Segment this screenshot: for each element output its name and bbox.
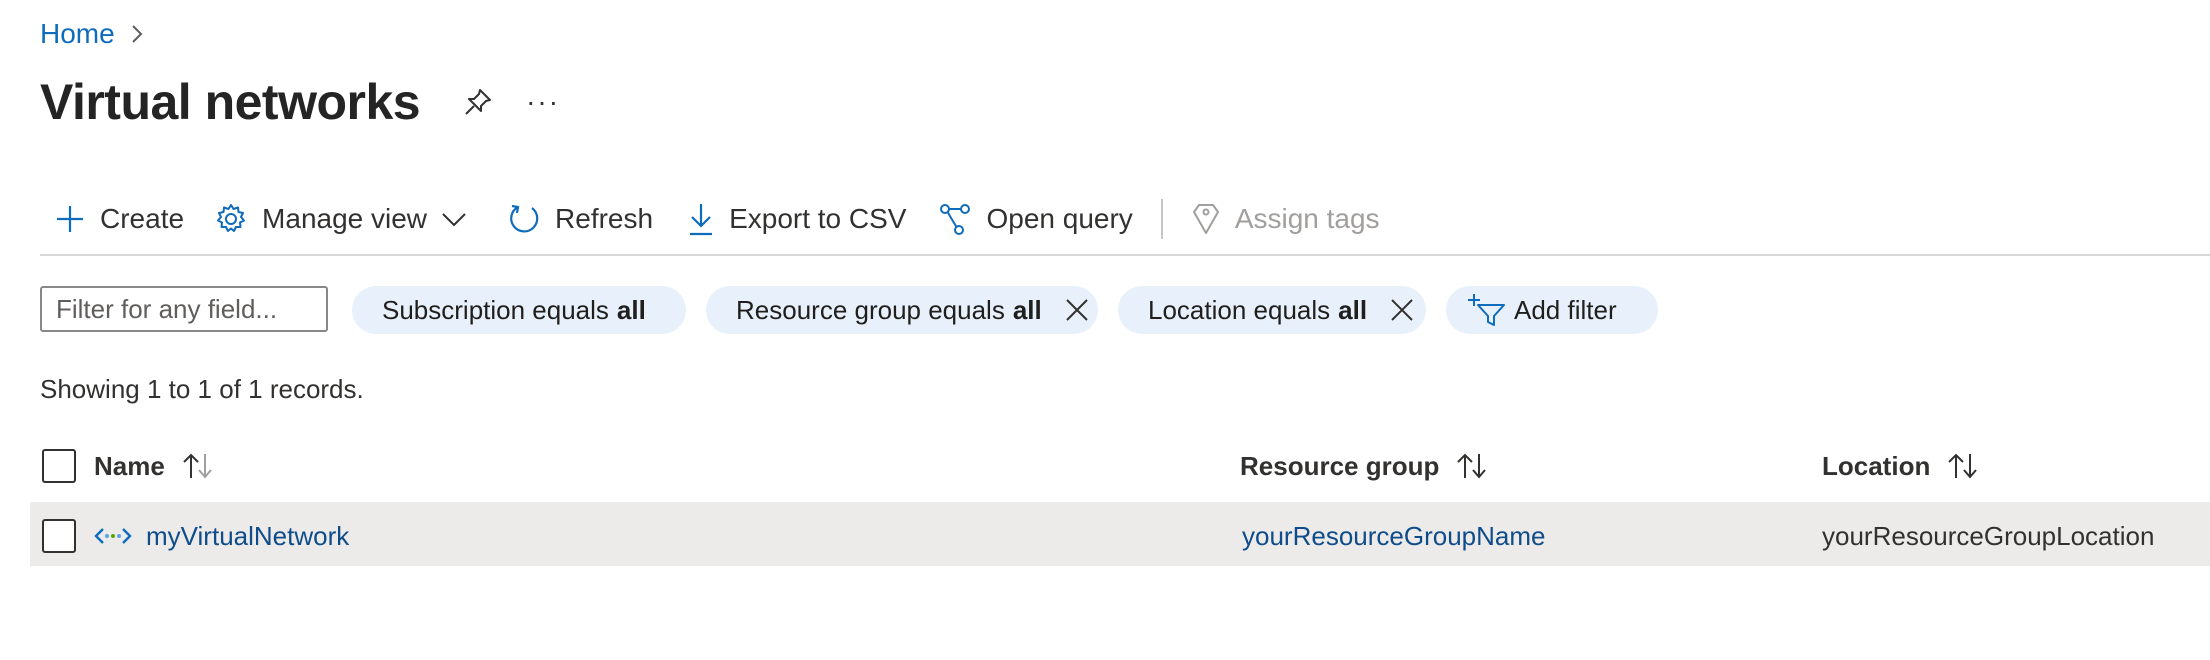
resource-name-link[interactable]: myVirtualNetwork (146, 521, 349, 552)
checkbox[interactable] (42, 449, 76, 483)
select-all-checkbox[interactable] (42, 448, 76, 484)
query-icon (938, 202, 972, 236)
column-header-label: Resource group (1240, 450, 1440, 481)
row-name-cell: myVirtualNetwork (94, 518, 349, 554)
plus-icon (54, 203, 86, 235)
resource-group-filter-pill[interactable]: Resource group equals all (706, 286, 1098, 334)
open-query-label: Open query (986, 203, 1133, 234)
breadcrumb-home-link[interactable]: Home (40, 18, 115, 50)
refresh-label: Refresh (555, 203, 654, 234)
row-resource-group-cell: yourResourceGroupName (1242, 518, 1545, 554)
command-toolbar: Create Manage view Refresh Export to CSV… (40, 196, 1380, 242)
toolbar-separator (1160, 199, 1163, 239)
create-label: Create (100, 203, 185, 234)
export-csv-label: Export to CSV (729, 203, 907, 234)
subscription-filter-pill[interactable]: Subscription equals all (352, 286, 686, 334)
records-count: Showing 1 to 1 of 1 records. (40, 374, 364, 404)
sort-icon[interactable] (1946, 452, 1982, 480)
location-filter-pill[interactable]: Location equals all (1118, 286, 1426, 334)
pill-value: all (616, 294, 646, 325)
close-icon[interactable] (1389, 297, 1415, 323)
column-header-label: Name (94, 450, 165, 481)
create-button[interactable]: Create (54, 196, 184, 242)
row-location-cell: yourResourceGroupLocation (1822, 518, 2154, 554)
open-query-button[interactable]: Open query (938, 196, 1133, 242)
sort-icon[interactable] (1455, 452, 1491, 480)
page-title: Virtual networks (40, 74, 421, 130)
refresh-icon (507, 202, 541, 236)
assign-tags-button[interactable]: Assign tags (1191, 196, 1380, 242)
close-icon[interactable] (1064, 297, 1090, 323)
gear-icon (214, 202, 248, 236)
title-row: Virtual networks ··· (40, 68, 560, 136)
chevron-down-icon (441, 210, 467, 228)
download-icon (687, 202, 715, 236)
manage-view-button[interactable]: Manage view (214, 196, 467, 242)
location-value: yourResourceGroupLocation (1822, 520, 2155, 551)
refresh-button[interactable]: Refresh (507, 196, 653, 242)
virtual-network-icon (94, 526, 132, 546)
assign-tags-label: Assign tags (1234, 203, 1380, 234)
export-csv-button[interactable]: Export to CSV (687, 196, 906, 242)
breadcrumb: Home (40, 16, 145, 52)
chevron-right-icon (129, 23, 145, 45)
pin-icon[interactable] (460, 84, 496, 120)
column-header-name[interactable]: Name (94, 448, 217, 484)
column-header-label: Location (1822, 450, 1931, 481)
filter-input[interactable] (40, 286, 328, 332)
pill-value: all (1012, 294, 1042, 325)
pill-prefix: Subscription equals (382, 294, 609, 325)
tag-icon (1191, 202, 1221, 236)
manage-view-label: Manage view (262, 203, 428, 234)
pill-value: all (1338, 294, 1368, 325)
checkbox[interactable] (42, 519, 76, 553)
toolbar-divider (40, 254, 2210, 256)
add-filter-button[interactable]: Add filter (1446, 286, 1658, 334)
pill-prefix: Location equals (1148, 294, 1331, 325)
sort-icon[interactable] (181, 452, 217, 480)
resource-group-link[interactable]: yourResourceGroupName (1242, 521, 1545, 552)
pill-prefix: Resource group equals (736, 294, 1005, 325)
column-header-resource-group[interactable]: Resource group (1240, 448, 1491, 484)
more-options-button[interactable]: ··· (526, 86, 560, 118)
column-header-location[interactable]: Location (1822, 448, 1982, 484)
add-filter-icon (1468, 293, 1506, 327)
row-checkbox[interactable] (42, 518, 76, 554)
add-filter-label: Add filter (1514, 294, 1617, 325)
